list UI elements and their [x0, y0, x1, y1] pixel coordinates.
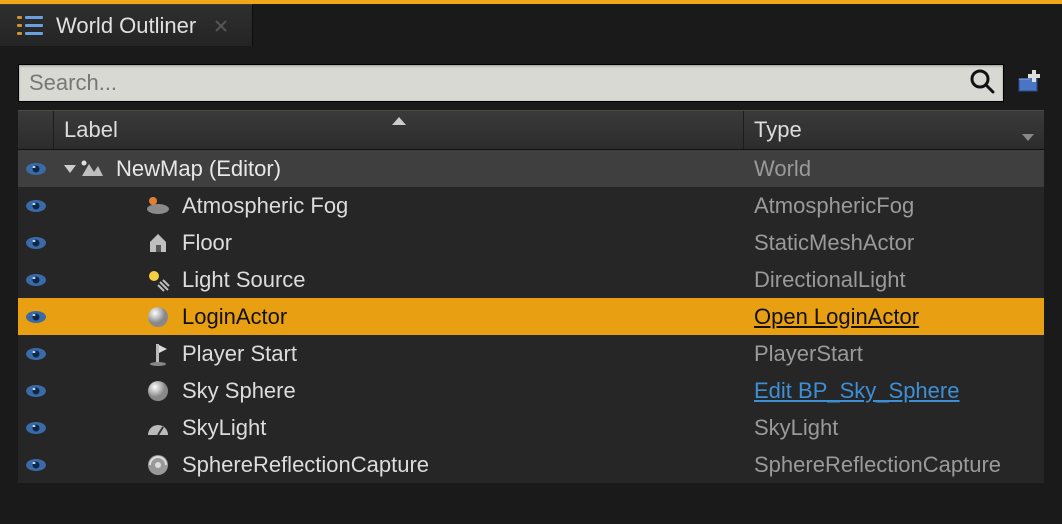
house-icon — [144, 229, 172, 257]
row-label: SphereReflectionCapture — [182, 452, 429, 478]
visibility-toggle[interactable] — [18, 458, 54, 472]
tree-row[interactable]: Atmospheric Fog AtmosphericFog — [18, 187, 1044, 224]
column-header-type-text: Type — [754, 117, 802, 143]
world-icon — [78, 155, 106, 183]
row-type: SkyLight — [754, 415, 838, 441]
visibility-toggle[interactable] — [18, 384, 54, 398]
sort-ascending-icon — [392, 117, 406, 125]
row-label: Light Source — [182, 267, 306, 293]
tree-row[interactable]: Sky Sphere Edit BP_Sky_Sphere — [18, 372, 1044, 409]
outliner-tree: NewMap (Editor) World Atmospheric Fog At… — [18, 150, 1044, 483]
expand-toggle-icon[interactable] — [64, 165, 76, 173]
visibility-toggle[interactable] — [18, 347, 54, 361]
visibility-toggle[interactable] — [18, 421, 54, 435]
tree-row[interactable]: Light Source DirectionalLight — [18, 261, 1044, 298]
row-type: DirectionalLight — [754, 267, 906, 293]
row-type: StaticMeshActor — [754, 230, 914, 256]
tree-row[interactable]: Floor StaticMeshActor — [18, 224, 1044, 261]
visibility-toggle[interactable] — [18, 162, 54, 176]
gauge-icon — [144, 414, 172, 442]
close-icon[interactable] — [212, 17, 230, 35]
search-icon[interactable] — [969, 68, 995, 99]
add-filter-button[interactable] — [1014, 68, 1044, 98]
column-header-label[interactable]: Label — [54, 111, 744, 149]
visibility-toggle[interactable] — [18, 273, 54, 287]
row-type-link[interactable]: Open LoginActor — [754, 304, 919, 330]
search-box[interactable] — [18, 64, 1004, 102]
outliner-icon — [16, 14, 44, 38]
row-label: Atmospheric Fog — [182, 193, 348, 219]
tab-world-outliner[interactable]: World Outliner — [0, 4, 253, 46]
footer-space — [0, 483, 1062, 499]
fog-icon — [144, 192, 172, 220]
visibility-toggle[interactable] — [18, 199, 54, 213]
row-label: SkyLight — [182, 415, 266, 441]
sphere-icon — [144, 377, 172, 405]
tree-row[interactable]: LoginActor Open LoginActor — [18, 298, 1044, 335]
tab-bar: World Outliner — [0, 4, 1062, 46]
row-label: LoginActor — [182, 304, 287, 330]
search-row — [0, 46, 1062, 110]
row-type: PlayerStart — [754, 341, 863, 367]
row-type: AtmosphericFog — [754, 193, 914, 219]
tree-row[interactable]: SphereReflectionCapture SphereReflection… — [18, 446, 1044, 483]
column-header-label-text: Label — [64, 117, 118, 143]
row-label: Floor — [182, 230, 232, 256]
sphere-icon — [144, 303, 172, 331]
row-type: SphereReflectionCapture — [754, 452, 1001, 478]
row-label: Player Start — [182, 341, 297, 367]
row-type-link[interactable]: Edit BP_Sky_Sphere — [754, 378, 959, 404]
visibility-toggle[interactable] — [18, 310, 54, 324]
column-header-type[interactable]: Type — [744, 111, 1044, 149]
tree-row[interactable]: Player Start PlayerStart — [18, 335, 1044, 372]
flag-icon — [144, 340, 172, 368]
column-header-row: Label Type — [18, 110, 1044, 150]
filter-dropdown-icon[interactable] — [1022, 134, 1034, 141]
reflection-icon — [144, 451, 172, 479]
tree-row-root[interactable]: NewMap (Editor) World — [18, 150, 1044, 187]
visibility-toggle[interactable] — [18, 236, 54, 250]
row-type: World — [754, 156, 811, 182]
tree-row[interactable]: SkyLight SkyLight — [18, 409, 1044, 446]
sun-icon — [144, 266, 172, 294]
row-label: Sky Sphere — [182, 378, 296, 404]
search-input[interactable] — [29, 70, 969, 96]
column-header-visibility[interactable] — [18, 111, 54, 149]
row-label: NewMap (Editor) — [116, 156, 281, 182]
tab-title: World Outliner — [56, 13, 196, 39]
